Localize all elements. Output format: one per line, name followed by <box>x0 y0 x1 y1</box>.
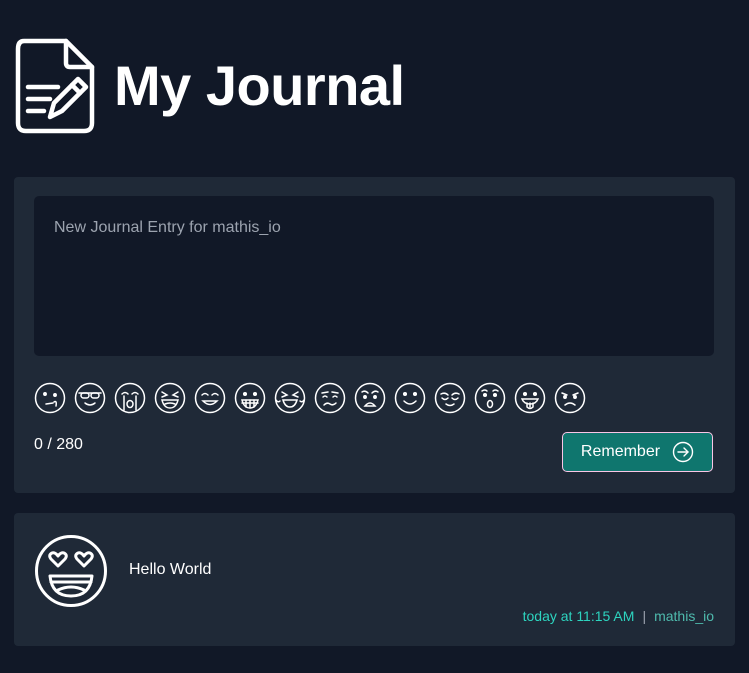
grin-emoji-icon[interactable] <box>234 382 266 414</box>
confused-emoji-icon[interactable] <box>314 382 346 414</box>
page-title: My Journal <box>114 54 405 117</box>
relieved-emoji-icon[interactable] <box>434 382 466 414</box>
entry-meta: today at 11:15 AM | mathis_io <box>523 608 714 624</box>
mood-selector <box>34 382 594 414</box>
smile-beam-emoji-icon[interactable] <box>194 382 226 414</box>
surprised-sad-emoji-icon[interactable] <box>354 382 386 414</box>
arrow-right-circle-icon <box>672 441 694 463</box>
journal-composer: New Journal Entry for mathis_io 0 / 280 … <box>14 177 735 493</box>
entry-username[interactable]: mathis_io <box>654 608 714 624</box>
thinking-emoji-icon[interactable] <box>34 382 66 414</box>
meta-separator: | <box>642 608 647 624</box>
journal-entry: Hello World today at 11:15 AM | mathis_i… <box>14 513 735 646</box>
entry-text: Hello World <box>129 561 212 578</box>
laughing-emoji-icon[interactable] <box>154 382 186 414</box>
surprised-emoji-icon[interactable] <box>474 382 506 414</box>
grin-squint-tears-emoji-icon[interactable] <box>274 382 306 414</box>
crying-emoji-icon[interactable] <box>114 382 146 414</box>
remember-button[interactable]: Remember <box>562 432 713 472</box>
cool-emoji-icon[interactable] <box>74 382 106 414</box>
page-header: My Journal <box>14 37 405 135</box>
remember-button-label: Remember <box>580 443 661 460</box>
entry-timestamp: today at 11:15 AM <box>522 608 635 624</box>
journal-pencil-icon <box>15 38 95 134</box>
journal-entry-input[interactable]: New Journal Entry for mathis_io <box>34 196 714 356</box>
heart-eyes-emoji-icon <box>35 535 107 607</box>
tongue-emoji-icon[interactable] <box>514 382 546 414</box>
character-counter: 0 / 280 <box>34 436 83 453</box>
frown-emoji-icon[interactable] <box>554 382 586 414</box>
smile-emoji-icon[interactable] <box>394 382 426 414</box>
